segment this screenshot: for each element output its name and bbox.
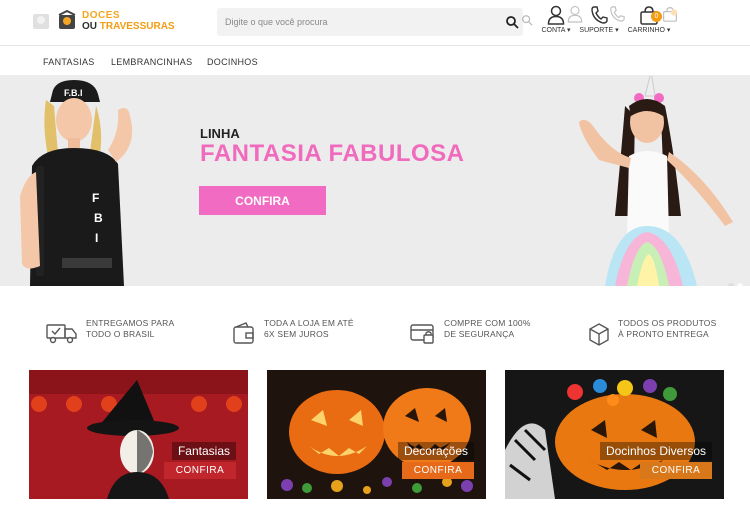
crest-icon [58, 10, 76, 29]
store-logo[interactable]: DOCES OU TRAVESSURAS [30, 6, 200, 36]
fantasias-image [29, 370, 248, 499]
hero-title: FANTASIA FABULOSA [200, 140, 465, 167]
search-icon[interactable] [505, 15, 519, 29]
nav-item-fantasias[interactable]: FANTASIAS [43, 57, 95, 67]
hero-model-fbi-image: F.B.I F B I [20, 80, 133, 286]
category-name: Fantasias [171, 442, 236, 460]
feature-line: TODA A LOJA EM ATÉ [264, 318, 354, 328]
logo-line-1: DOCES [82, 10, 121, 21]
logo-wordmark: DOCES OU TRAVESSURAS [82, 10, 175, 32]
category-confira-button[interactable]: CONFIRA [402, 462, 474, 479]
box-icon [589, 323, 609, 346]
nav-item-docinhos[interactable]: DOCINHOS [207, 57, 258, 67]
secure-card-icon [410, 324, 434, 344]
cart-label: CARRINHO [624, 26, 674, 34]
feature-text: TODOS OS PRODUTOS À PRONTO ENTREGA [618, 318, 717, 340]
shopping-bag-icon [663, 6, 678, 22]
hero-kicker: LINHA [200, 126, 240, 141]
nav-item-lembrancinhas[interactable]: LEMBRANCINHAS [111, 57, 192, 67]
phone-icon [591, 6, 608, 24]
category-confira-button[interactable]: CONFIRA [640, 462, 712, 479]
feature-line: DE SEGURANÇA [444, 329, 515, 339]
features-strip: ENTREGAMOS PARA TODO O BRASIL TODA A LOJ… [0, 318, 750, 358]
svg-text:F: F [92, 191, 99, 205]
feature-line: À PRONTO ENTREGA [618, 329, 709, 339]
carousel-dots [725, 276, 743, 286]
main-nav: FANTASIAS LEMBRANCINHAS DOCINHOS [0, 48, 750, 76]
category-name: Docinhos Diversos [599, 442, 712, 460]
feature-line: 6X SEM JUROS [264, 329, 329, 339]
category-name: Decorações [397, 442, 474, 460]
crest-icon [33, 14, 49, 29]
phone-icon [610, 6, 625, 22]
site-header: DOCES OU TRAVESSURAS CONTA [0, 0, 750, 46]
decoracoes-image [267, 370, 486, 499]
logo-line-2a: OU [82, 21, 97, 32]
wallet-icon [233, 322, 254, 344]
carousel-dot-2[interactable] [737, 283, 743, 286]
page: DOCES OU TRAVESSURAS CONTA [0, 0, 750, 529]
search-input[interactable] [225, 8, 495, 36]
svg-text:F.B.I: F.B.I [64, 88, 83, 98]
feature-text: TODA A LOJA EM ATÉ 6X SEM JUROS [264, 318, 354, 340]
category-card-fantasias[interactable]: Fantasias CONFIRA [29, 370, 248, 499]
support-label: SUPORTE [574, 26, 624, 34]
svg-text:B: B [94, 211, 103, 225]
feature-line: TODO O BRASIL [86, 329, 155, 339]
delivery-truck-icon [46, 324, 77, 344]
hero-cta-button[interactable]: CONFIRA [199, 186, 326, 215]
feature-text: ENTREGAMOS PARA TODO O BRASIL [86, 318, 174, 340]
docinhos-image [505, 370, 724, 499]
carousel-dot-1[interactable] [728, 283, 734, 286]
logo-line-2: OU TRAVESSURAS [82, 21, 175, 32]
feature-line: TODOS OS PRODUTOS [618, 318, 717, 328]
category-confira-button[interactable]: CONFIRA [164, 462, 236, 479]
category-card-docinhos[interactable]: Docinhos Diversos CONFIRA [505, 370, 724, 499]
feature-text: COMPRE COM 100% DE SEGURANÇA [444, 318, 531, 340]
cart-count-badge: 0 [651, 11, 662, 22]
hero-banner[interactable]: F.B.I F B I LINHA FANTASIA FABULOSA CONF… [0, 76, 750, 286]
feature-line: COMPRE COM 100% [444, 318, 531, 328]
feature-ready-delivery: TODOS OS PRODUTOS À PRONTO ENTREGA [588, 318, 717, 346]
feature-security: COMPRE COM 100% DE SEGURANÇA [410, 318, 531, 346]
svg-text:I: I [95, 231, 98, 245]
feature-delivery: ENTREGAMOS PARA TODO O BRASIL [46, 318, 174, 344]
user-icon [547, 5, 565, 25]
feature-line: ENTREGAMOS PARA [86, 318, 175, 328]
feature-installments: TODA A LOJA EM ATÉ 6X SEM JUROS [232, 318, 354, 346]
category-card-decoracoes[interactable]: Decorações CONFIRA [267, 370, 486, 499]
search-bar [217, 8, 523, 36]
hero-model-unicorn-image [579, 76, 733, 286]
logo-line-2b: TRAVESSURAS [99, 21, 175, 32]
